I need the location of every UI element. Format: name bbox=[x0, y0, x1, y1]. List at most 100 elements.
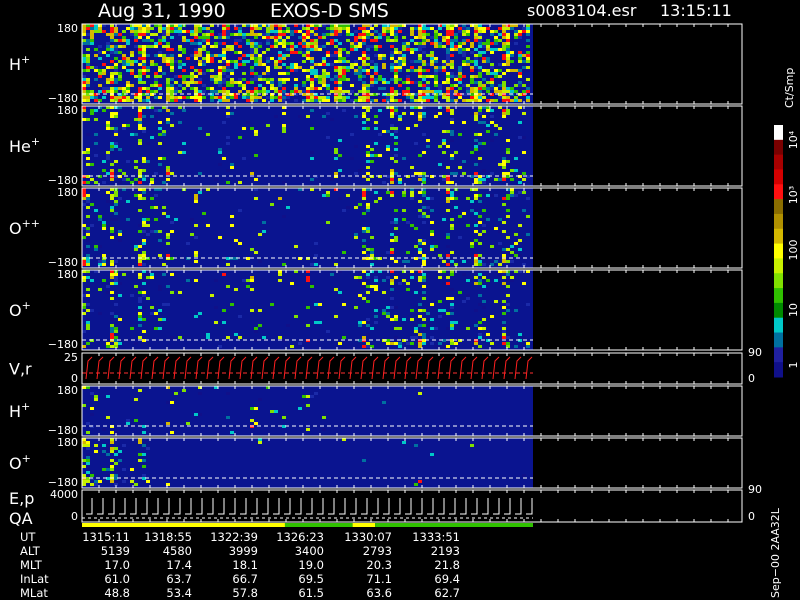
spec-cell bbox=[266, 57, 270, 60]
spec-cell bbox=[478, 263, 482, 266]
spec-cell bbox=[234, 96, 238, 99]
spec-cell bbox=[138, 324, 142, 327]
spec-cell bbox=[138, 263, 142, 266]
spec-cell bbox=[362, 127, 366, 130]
spec-cell bbox=[114, 447, 118, 450]
spec-cell bbox=[122, 96, 126, 99]
spec-cell bbox=[354, 69, 358, 72]
spec-cell bbox=[422, 87, 426, 90]
spec-cell bbox=[354, 30, 358, 33]
spec-cell bbox=[506, 154, 510, 157]
spec-cell bbox=[410, 197, 414, 200]
spec-cell bbox=[294, 45, 298, 48]
spec-cell bbox=[450, 194, 454, 197]
spec-cell bbox=[206, 57, 210, 60]
spec-cell bbox=[90, 66, 94, 69]
spec-cell bbox=[138, 312, 142, 315]
spec-cell bbox=[150, 84, 154, 87]
spec-cell bbox=[114, 480, 118, 483]
spec-cell bbox=[194, 42, 198, 45]
spec-cell bbox=[446, 181, 450, 184]
spec-cell bbox=[130, 30, 134, 33]
spec-cell bbox=[430, 63, 434, 66]
spec-cell bbox=[142, 294, 146, 297]
spec-cell bbox=[422, 194, 426, 197]
spec-cell bbox=[138, 99, 142, 102]
spec-cell bbox=[330, 273, 334, 276]
spec-cell bbox=[366, 276, 370, 279]
spec-cell bbox=[102, 428, 106, 431]
spec-cell bbox=[222, 321, 226, 324]
spec-cell bbox=[510, 96, 514, 99]
spec-cell bbox=[266, 124, 270, 127]
spec-cell bbox=[142, 239, 146, 242]
spec-cell bbox=[486, 109, 490, 112]
spec-cell bbox=[266, 78, 270, 81]
spec-cell bbox=[382, 51, 386, 54]
spec-cell bbox=[278, 336, 282, 339]
spec-cell bbox=[422, 42, 426, 45]
spec-cell bbox=[150, 115, 154, 118]
spec-cell bbox=[182, 109, 186, 112]
spec-cell bbox=[402, 260, 406, 263]
spec-cell bbox=[478, 345, 482, 348]
spec-cell bbox=[410, 48, 414, 51]
spec-cell bbox=[318, 81, 322, 84]
spec-cell bbox=[370, 81, 374, 84]
table-cell: 69.5 bbox=[298, 572, 324, 586]
spec-cell bbox=[450, 99, 454, 102]
spec-cell bbox=[490, 172, 494, 175]
spec-cell bbox=[390, 54, 394, 57]
spec-cell bbox=[270, 303, 274, 306]
spec-cell bbox=[466, 63, 470, 66]
spec-cell bbox=[258, 309, 262, 312]
spec-cell bbox=[370, 27, 374, 30]
spec-cell bbox=[290, 282, 294, 285]
spec-cell bbox=[106, 474, 110, 477]
spec-cell bbox=[518, 72, 522, 75]
spec-cell bbox=[106, 151, 110, 154]
spec-cell bbox=[314, 75, 318, 78]
spec-cell bbox=[190, 42, 194, 45]
spec-cell bbox=[506, 112, 510, 115]
spec-cell bbox=[418, 342, 422, 345]
spec-cell bbox=[266, 27, 270, 30]
spec-cell bbox=[226, 96, 230, 99]
spec-cell bbox=[462, 84, 466, 87]
spec-cell bbox=[162, 181, 166, 184]
spec-cell bbox=[366, 273, 370, 276]
spec-cell bbox=[446, 297, 450, 300]
spec-cell bbox=[218, 90, 222, 93]
spec-cell bbox=[150, 87, 154, 90]
table-row-name: ALT bbox=[20, 544, 41, 558]
spec-cell bbox=[110, 87, 114, 90]
spec-cell bbox=[446, 130, 450, 133]
spec-cell bbox=[446, 33, 450, 36]
spec-cell bbox=[134, 248, 138, 251]
spec-cell bbox=[194, 87, 198, 90]
spec-cell bbox=[310, 75, 314, 78]
spec-cell bbox=[338, 72, 342, 75]
spec-cell bbox=[198, 45, 202, 48]
spec-cell bbox=[158, 54, 162, 57]
spec-cell bbox=[158, 42, 162, 45]
spec-cell bbox=[450, 172, 454, 175]
spec-cell bbox=[178, 45, 182, 48]
spec-cell bbox=[490, 87, 494, 90]
spec-cell bbox=[302, 36, 306, 39]
spec-cell bbox=[442, 139, 446, 142]
spec-cell bbox=[142, 254, 146, 257]
spec-cell bbox=[330, 78, 334, 81]
spec-cell bbox=[426, 69, 430, 72]
spec-cell bbox=[482, 121, 486, 124]
spec-cell bbox=[234, 27, 238, 30]
spec-cell bbox=[430, 45, 434, 48]
spec-cell bbox=[342, 75, 346, 78]
spec-cell bbox=[462, 39, 466, 42]
spec-cell bbox=[194, 251, 198, 254]
spec-cell bbox=[138, 389, 142, 392]
spec-cell bbox=[430, 51, 434, 54]
spec-cell bbox=[90, 163, 94, 166]
spec-cell bbox=[470, 90, 474, 93]
spec-cell bbox=[506, 309, 510, 312]
